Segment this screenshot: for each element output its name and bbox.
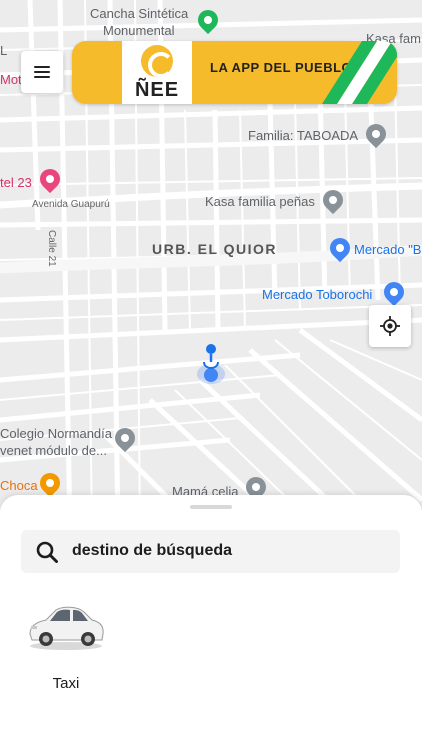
destination-search[interactable]: destino de búsqueda — [21, 530, 400, 573]
search-icon — [36, 541, 58, 563]
map-label-motel23: tel 23 — [0, 175, 32, 190]
map-label-avenida: Avenida Guapurú — [32, 199, 110, 210]
map-label-colegio: Colegio Normandía — [0, 426, 113, 441]
menu-button[interactable] — [21, 51, 63, 93]
map-label-mercado-b: Mercado "B — [354, 242, 422, 257]
hamburger-menu-icon — [34, 66, 50, 78]
map-label-calle21: Calle 21 — [46, 230, 57, 267]
map-label-cancha: Cancha Sintética — [90, 6, 189, 21]
vehicle-option-taxi[interactable]: Taxi — [26, 600, 106, 692]
logo-text: ÑEE — [134, 79, 180, 101]
map-label-kasa-familia: Kasa familia peñas — [205, 194, 315, 209]
vehicle-label: Taxi — [52, 675, 80, 692]
my-location-icon — [380, 316, 400, 336]
map-label-venet: venet módulo de... — [0, 443, 107, 458]
user-location-marker — [196, 342, 226, 390]
brand-logo: ÑEE — [122, 41, 192, 104]
promo-banner[interactable]: ÑEE LA APP DEL PUEBLO — [72, 41, 397, 104]
my-location-button[interactable] — [369, 305, 411, 347]
search-placeholder: destino de búsqueda — [72, 542, 233, 559]
bottom-sheet: destino de búsqueda Taxi — [0, 495, 422, 750]
map-label-choca: Choca — [0, 478, 38, 493]
sheet-drag-handle[interactable] — [190, 505, 232, 509]
map-label-mercado-toborochi: Mercado Toborochi — [262, 287, 373, 302]
car-icon — [29, 606, 104, 650]
map-label-urb: URB. EL QUIOR — [152, 241, 278, 257]
banner-stripes — [322, 41, 397, 104]
map-label-monumental: Monumental — [103, 23, 175, 38]
map-label-l: L — [0, 43, 8, 58]
logo-icon — [141, 45, 174, 78]
map-label-familia-taboada: Familia: TABOADA — [248, 128, 359, 143]
